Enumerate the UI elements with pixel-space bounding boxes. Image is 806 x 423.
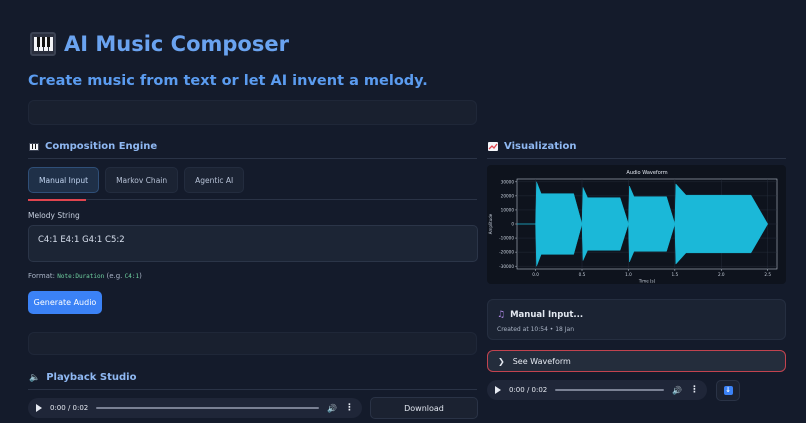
x-tick-label: 1.5: [672, 272, 679, 277]
piano-small-icon: [29, 142, 39, 151]
track-card-title: ♫ Manual Input...: [497, 310, 583, 320]
top-spacer-strip: [28, 100, 477, 125]
format-eg: (e.g.: [106, 272, 123, 280]
y-tick-label: 10000: [501, 208, 515, 213]
x-tick-label: 0.5: [579, 272, 586, 277]
y-tick-label: 30000: [501, 179, 515, 184]
format-code: Note:Duration: [57, 273, 105, 280]
format-eg-code: C4:1: [124, 273, 140, 280]
tab-active-indicator: [28, 199, 86, 201]
waveform-note-2: [581, 187, 629, 261]
visualization-heading: Visualization: [488, 141, 576, 152]
track-card-subtitle: Created at 10:54 • 18 Jan: [497, 326, 575, 333]
download-button[interactable]: Download: [370, 397, 478, 419]
waveform-note-3: [628, 185, 676, 263]
app-title: AI Music Composer: [64, 32, 289, 56]
volume-icon[interactable]: 🔊: [672, 386, 682, 395]
piano-icon: [30, 32, 56, 56]
track-card-title-label: Manual Input...: [510, 310, 584, 320]
tab-manual-input[interactable]: Manual Input: [28, 167, 100, 193]
composition-heading: Composition Engine: [29, 141, 157, 152]
seek-bar[interactable]: [555, 389, 665, 391]
divider: [28, 158, 477, 159]
chart-title: Audio Waveform: [626, 170, 667, 176]
composition-heading-label: Composition Engine: [45, 141, 158, 152]
tab-underline: [28, 199, 477, 200]
y-tick-label: -10000: [499, 236, 514, 241]
music-note-icon: ♫: [497, 310, 506, 320]
audio-player-right: 0:00 / 0:02 🔊 ⋮: [487, 380, 707, 400]
x-tick-label: 2.0: [718, 272, 725, 277]
tab-markov-chain[interactable]: Markov Chain: [105, 167, 179, 193]
app-title-row: AI Music Composer: [30, 32, 289, 56]
download-icon-button[interactable]: ↓: [716, 380, 740, 401]
player-time-right: 0:00 / 0:02: [509, 386, 548, 394]
x-tick-label: 2.5: [764, 272, 771, 277]
x-axis-label: Time (s): [638, 279, 656, 284]
audio-player: 0:00 / 0:02 🔊 ⋮: [28, 398, 362, 418]
x-tick-label: 1.0: [625, 272, 632, 277]
app-subtitle: Create music from text or let AI invent …: [28, 73, 428, 89]
format-hint: Format: Note:Duration (e.g. C4:1): [28, 272, 142, 280]
download-icon: ↓: [723, 386, 733, 395]
chart-icon: [488, 142, 498, 151]
playback-heading-label: Playback Studio: [46, 372, 137, 383]
waveform-note-1: [535, 181, 583, 267]
chevron-right-icon: ❯: [498, 356, 505, 366]
waveform-svg: 30000 20000 10000 0 -10000 -20000 -30000 0.0 0.5…: [488, 170, 778, 284]
melody-label: Melody String: [28, 211, 80, 220]
player-time: 0:00 / 0:02: [50, 404, 89, 412]
melody-textarea[interactable]: C4:1 E4:1 G4:1 C5:2: [28, 225, 478, 262]
visualization-heading-label: Visualization: [504, 141, 577, 152]
divider: [28, 389, 477, 390]
generate-audio-button[interactable]: Generate Audio: [28, 291, 102, 314]
volume-icon[interactable]: 🔊: [327, 404, 337, 413]
y-tick-label: -20000: [499, 250, 514, 255]
play-icon[interactable]: [36, 404, 42, 412]
see-waveform-expander[interactable]: ❯ See Waveform: [487, 350, 786, 372]
y-tick-label: 20000: [501, 193, 515, 198]
waveform-chart: 30000 20000 10000 0 -10000 -20000 -30000 0.0 0.5…: [487, 165, 786, 284]
format-suffix: ): [139, 272, 142, 280]
y-tick-label: 0: [511, 222, 514, 227]
see-waveform-label: See Waveform: [512, 356, 571, 366]
engine-tabs: Manual Input Markov Chain Agentic AI: [28, 167, 245, 193]
play-icon[interactable]: [495, 386, 501, 394]
x-tick-label: 0.0: [532, 272, 539, 277]
more-options-icon[interactable]: ⋮: [345, 403, 354, 413]
playback-heading: 🔈 Playback Studio: [29, 372, 136, 383]
y-tick-label: -30000: [499, 264, 514, 269]
divider: [487, 158, 786, 159]
mid-spacer-strip: [28, 332, 477, 355]
tab-agentic-ai[interactable]: Agentic AI: [184, 167, 245, 193]
y-axis-label: Amplitude: [488, 213, 493, 234]
more-options-icon[interactable]: ⋮: [690, 385, 699, 395]
format-prefix: Format:: [28, 272, 56, 280]
speaker-icon: 🔈: [29, 372, 41, 383]
seek-bar[interactable]: [96, 407, 320, 409]
